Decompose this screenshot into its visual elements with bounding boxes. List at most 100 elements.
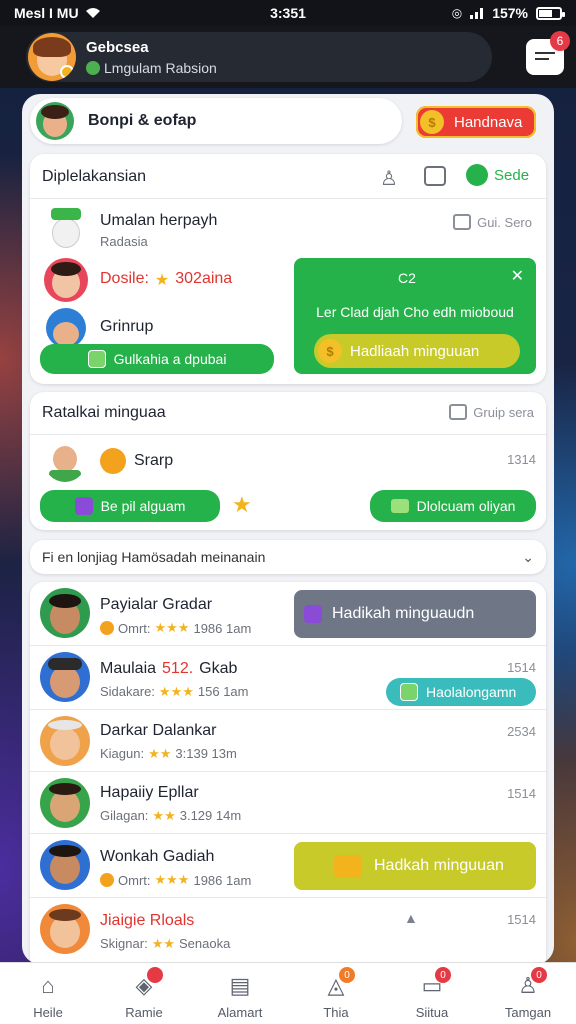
tab-siitua[interactable]: ▭ 0 Siitua <box>392 967 472 1020</box>
menu-list-icon <box>535 52 555 60</box>
tab-ramie[interactable]: ◈ Ramie <box>104 967 184 1020</box>
coin-icon: $ <box>318 339 342 363</box>
section-featured: Diplelakansian ♙ Sede Umalan herpayh Rad… <box>30 154 546 384</box>
close-icon[interactable]: ✕ <box>511 266 524 286</box>
app-header: Gebcsea Lmgulam Rabsion 6 <box>0 26 576 88</box>
section-featured-title: Diplelakansian <box>42 168 147 185</box>
filter-dropdown[interactable]: Fi en lonjiag Hamösadah meinanain ⌄ <box>30 540 546 574</box>
messages-button[interactable]: 6 <box>526 31 570 75</box>
weekly-right-button[interactable]: Dlolcuam oliyan <box>370 490 536 522</box>
list-item[interactable]: Wonkah Gadiah Omrt: ★★★ 1986 1am Hadkah … <box>30 834 546 898</box>
star-icon: ★ <box>154 272 170 289</box>
tab-thia[interactable]: ◬ 0 Thia <box>296 967 376 1020</box>
coin-badge-icon <box>60 65 74 79</box>
tab-badge: 0 <box>531 967 547 983</box>
section-weekly: Ratalkai minguaa Gruip sera Srarp 1314 B… <box>30 392 546 530</box>
user-avatar[interactable] <box>28 33 76 81</box>
promo-button[interactable]: $ Hadliaah minguuan <box>314 334 520 368</box>
image-icon[interactable] <box>424 166 446 186</box>
carrier-label: Mesl I MU <box>14 5 79 21</box>
list-item[interactable]: Hapaiiy Epllar Gilagan: ★★ 3.129 14m 151… <box>30 772 546 834</box>
weekly-left-button[interactable]: Be pil alguam <box>40 490 220 522</box>
rating-stars: ★★★ <box>158 684 194 699</box>
section-featured-green-button[interactable]: Gulkahia a dpubai <box>40 344 274 374</box>
player-list: Payialar Gradar Omrt: ★★★ 1986 1am Hadik… <box>30 582 546 964</box>
tab-badge <box>147 967 163 983</box>
messages-badge: 6 <box>550 31 570 51</box>
featured-item[interactable]: Grinrup <box>42 308 292 348</box>
document-icon: ▤ <box>229 973 251 998</box>
home-icon: ⌂ <box>41 973 55 998</box>
coin-icon: $ <box>420 110 444 134</box>
save-button[interactable]: Sede <box>466 164 529 186</box>
list-action-button[interactable]: Hadikah minguaudn <box>294 590 536 638</box>
person-icon[interactable]: ♙ <box>380 166 398 191</box>
signal-icon <box>470 8 484 19</box>
leaf-icon <box>86 60 100 75</box>
battery-percent: 157% <box>492 5 528 21</box>
player-avatar <box>40 588 90 638</box>
tab-alamart[interactable]: ▤ Alamart <box>200 973 280 1020</box>
weekly-item[interactable]: Srarp 1314 <box>42 438 536 484</box>
item-avatar <box>46 206 86 250</box>
top-card-avatar <box>36 102 74 140</box>
player-avatar <box>40 652 90 702</box>
tag-icon <box>74 497 93 515</box>
chat-icon: ▭ 0 <box>417 967 451 999</box>
person-icon: ♙ 0 <box>513 967 547 999</box>
item-avatar <box>44 440 86 482</box>
item-avatar <box>46 308 86 348</box>
star-icon: ★ <box>232 492 252 517</box>
list-item[interactable]: Jiaigie Rloals Skignar: ★★ Senaoka ▲ 151… <box>30 898 546 962</box>
tag-icon <box>304 605 322 623</box>
rating-stars: ★★ <box>152 808 176 823</box>
list-item[interactable]: Maulaia 512. Gkab Sidakare: ★★★ 156 1am … <box>30 646 546 710</box>
top-card: Bonpi & eofap <box>30 98 402 144</box>
user-name: Gebcsea <box>86 38 149 56</box>
section-weekly-title: Ratalkai minguaa <box>42 404 166 421</box>
main-panel: Bonpi & eofap $ Handnava Diplelakansian … <box>22 94 554 964</box>
rating-stars: ★★ <box>148 746 172 761</box>
rating-stars: ★★★ <box>154 620 190 635</box>
clock: 3:351 <box>270 5 306 21</box>
bag-icon: ◬ 0 <box>321 967 355 999</box>
top-card-button[interactable]: $ Handnava <box>416 106 536 138</box>
promo-card[interactable]: C2 ✕ Ler Clad djah Cho edh mioboud $ Had… <box>294 258 536 374</box>
item-avatar <box>44 258 88 302</box>
player-avatar <box>40 904 90 954</box>
status-bar: Mesl I MU 3:351 ◎ 157% <box>0 0 576 26</box>
player-avatar <box>40 840 90 890</box>
user-subtitle: Lmgulam Rabsion <box>104 59 217 76</box>
coin-icon <box>100 621 114 635</box>
tent-icon: ▲ <box>404 910 418 926</box>
top-card-title: Bonpi & eofap <box>88 112 197 129</box>
list-action-button[interactable]: Hadkah minguuan <box>294 842 536 890</box>
list-item[interactable]: Darkar Dalankar Kiagun: ★★ 3:139 13m 253… <box>30 710 546 772</box>
image-icon <box>449 404 468 420</box>
image-icon <box>453 214 472 230</box>
picture-icon <box>87 350 106 368</box>
list-item[interactable]: Payialar Gradar Omrt: ★★★ 1986 1am Hadik… <box>30 582 546 646</box>
list-action-button[interactable]: Haolalongamn <box>386 678 536 706</box>
player-avatar <box>40 778 90 828</box>
profile-pill[interactable]: Gebcsea Lmgulam Rabsion <box>26 32 492 82</box>
tab-bar: ⌂ Heile ◈ Ramie ▤ Alamart ◬ 0 Thia ▭ 0 Sii… <box>0 962 576 1024</box>
battery-icon <box>536 6 565 20</box>
rating-stars: ★★★ <box>154 872 190 887</box>
tab-tamgan[interactable]: ♙ 0 Tamgan <box>488 967 568 1020</box>
tag-icon: ◈ <box>129 967 163 999</box>
player-avatar <box>40 716 90 766</box>
location-icon: ◎ <box>451 6 463 20</box>
coin-icon <box>100 448 126 474</box>
wifi-icon <box>85 8 100 18</box>
featured-item[interactable]: Umalan herpayh Radasia Gui. Sero <box>42 204 532 254</box>
tab-home[interactable]: ⌂ Heile <box>8 973 88 1020</box>
coins-stack-icon <box>334 855 362 877</box>
featured-item[interactable]: Dosile: ★ 302aina <box>42 256 292 306</box>
money-icon <box>390 499 409 513</box>
tab-badge: 0 <box>435 967 451 983</box>
rating-stars: ★★ <box>151 936 176 951</box>
save-circle-icon <box>466 164 488 186</box>
picture-icon <box>400 683 418 701</box>
chevron-down-icon: ⌄ <box>522 548 534 565</box>
